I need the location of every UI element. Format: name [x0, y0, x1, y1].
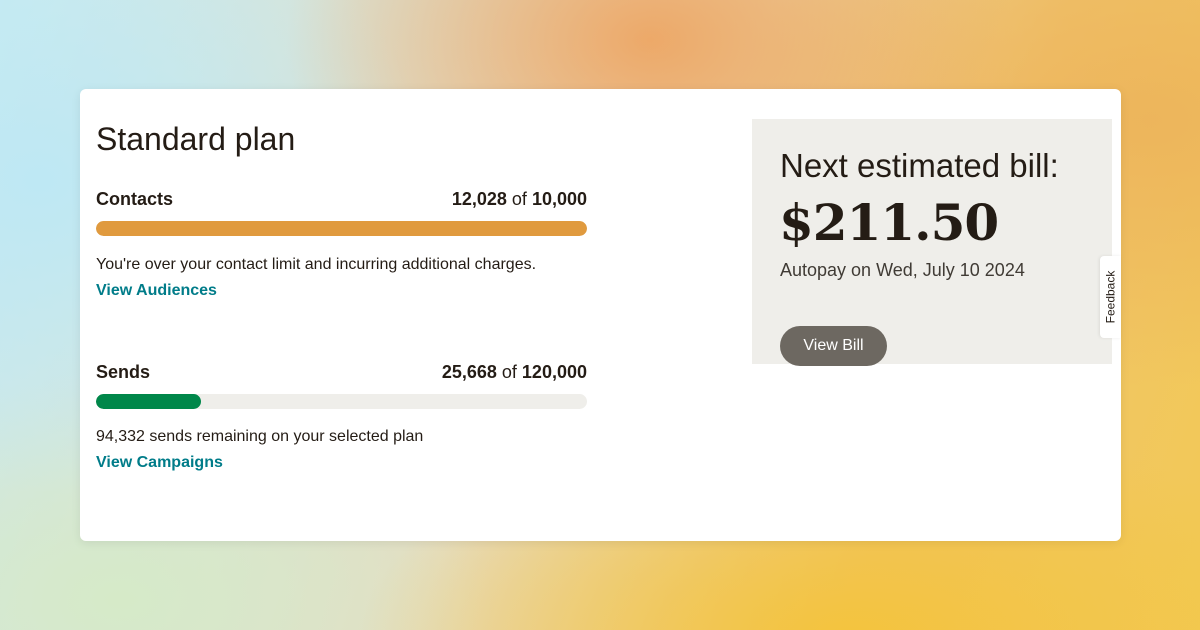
feedback-tab[interactable]: Feedback [1100, 256, 1121, 338]
sends-meter-header: Sends 25,668 of 120,000 [96, 362, 587, 383]
sends-progress-bar [96, 394, 587, 409]
sends-limit: 120,000 [521, 362, 587, 382]
contacts-used: 12,028 [451, 189, 507, 209]
feedback-label: Feedback [1103, 270, 1118, 324]
view-campaigns-link[interactable]: View Campaigns [96, 454, 223, 472]
contacts-usage: 12,028 of 10,000 [452, 189, 587, 210]
plan-title: Standard plan [96, 121, 296, 157]
sends-label: Sends [96, 362, 151, 382]
bill-amount: $211.50 [779, 193, 999, 252]
contacts-label: Contacts [96, 189, 174, 209]
sends-progress-fill [96, 394, 202, 409]
contacts-meter-header: Contacts 12,028 of 10,000 [96, 189, 587, 210]
sends-used: 25,668 [441, 362, 497, 382]
next-bill-heading: Next estimated bill: [780, 147, 1059, 184]
autopay-date: Autopay on Wed, July 10 2024 [780, 260, 1025, 280]
plan-usage-card: Standard plan Contacts 12,028 of 10,000 Yo… [80, 89, 1121, 541]
next-bill-panel: Next estimated bill: $211.50 Autopay on … [752, 119, 1112, 366]
contacts-limit: 10,000 [531, 189, 587, 209]
contacts-progress-fill [96, 221, 587, 236]
contacts-over-limit-message: You're over your contact limit and incur… [96, 256, 537, 273]
view-audiences-link[interactable]: View Audiences [96, 282, 217, 300]
sends-usage: 25,668 of 120,000 [442, 362, 587, 383]
sends-remaining-message: 94,332 sends remaining on your selected … [96, 428, 424, 445]
contacts-progress-bar [96, 221, 587, 236]
contacts-of: of [511, 189, 527, 209]
view-bill-button[interactable]: View Bill [780, 326, 887, 366]
sends-of: of [501, 362, 517, 382]
